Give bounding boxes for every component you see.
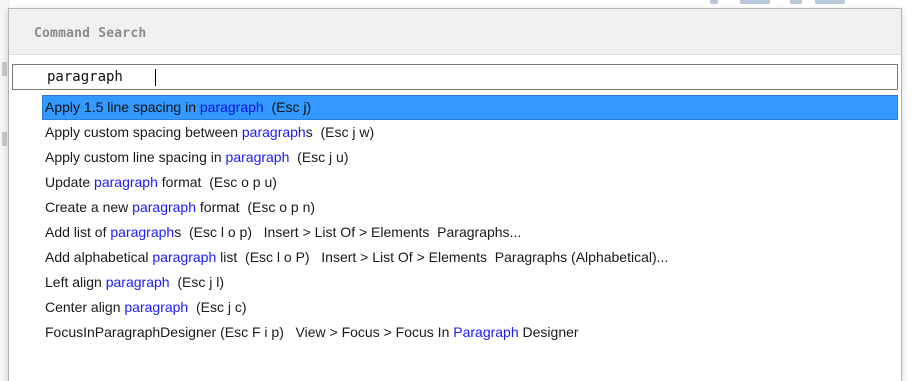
result-item[interactable]: Left align paragraph (Esc j l) — [42, 270, 898, 295]
result-item[interactable]: Apply custom line spacing in paragraph (… — [42, 145, 898, 170]
command-search-dialog: Command Search Apply 1.5 line spacing in… — [8, 8, 902, 381]
result-match: paragraph — [94, 174, 158, 190]
result-text: (Esc j c) — [188, 299, 247, 315]
result-item[interactable]: Apply custom spacing between paragraphs … — [42, 120, 898, 145]
result-text: Add alphabetical — [45, 249, 153, 265]
result-match: paragraph — [225, 149, 290, 165]
result-item[interactable]: Create a new paragraph format (Esc o p n… — [42, 195, 898, 220]
result-text: Left align — [45, 274, 106, 290]
search-input[interactable] — [13, 65, 897, 89]
dialog-title: Command Search — [34, 26, 147, 41]
result-text: Add list of — [45, 224, 111, 240]
result-text: (Esc j u) — [289, 149, 349, 165]
result-item[interactable]: Add list of paragraphs (Esc l o p) Inser… — [42, 220, 898, 245]
result-text: Designer — [518, 324, 579, 340]
result-match: paragraph — [199, 99, 264, 115]
result-item[interactable]: Update paragraph format (Esc o p u) — [42, 170, 898, 195]
search-field[interactable] — [12, 64, 898, 90]
result-match: paragraph — [132, 199, 196, 215]
result-match: paragraph — [152, 249, 217, 265]
background-toolbar-fragment — [700, 0, 900, 6]
result-text: Update — [45, 174, 95, 190]
text-caret — [155, 69, 156, 86]
result-item[interactable]: FocusInParagraphDesigner (Esc F i p) Vie… — [42, 320, 898, 345]
background-fragment — [2, 132, 7, 146]
result-text: (Esc j) — [263, 99, 312, 115]
result-text: FocusInParagraphDesigner (Esc F i p) Vie… — [45, 324, 454, 340]
result-text: format (Esc o p u) — [157, 174, 277, 190]
result-item[interactable]: Center align paragraph (Esc j c) — [42, 295, 898, 320]
result-text: (Esc j l) — [169, 274, 224, 290]
result-text: s (Esc l o p) Insert > List Of > Element… — [174, 224, 522, 240]
result-text: format (Esc o p n) — [196, 199, 316, 215]
background-fragment — [2, 62, 7, 76]
result-text: Apply custom line spacing in — [45, 149, 226, 165]
result-text: Apply 1.5 line spacing in — [45, 99, 200, 115]
screen: Command Search Apply 1.5 line spacing in… — [0, 0, 913, 381]
result-text: Create a new — [45, 199, 133, 215]
result-match: paragraph — [110, 224, 175, 240]
result-match: Paragraph — [453, 324, 519, 340]
result-item[interactable]: Add alphabetical paragraph list (Esc l o… — [42, 245, 898, 270]
dialog-header: Command Search — [9, 9, 901, 55]
result-match: paragraph — [105, 274, 170, 290]
result-text: s (Esc j w) — [305, 124, 375, 140]
result-item[interactable]: Apply 1.5 line spacing in paragraph (Esc… — [42, 95, 898, 120]
result-text: list (Esc l o P) Insert > List Of > Elem… — [216, 249, 669, 265]
result-text: Center align — [45, 299, 125, 315]
result-text: Apply custom spacing between — [45, 124, 242, 140]
result-match: paragraph — [241, 124, 306, 140]
results-list: Apply 1.5 line spacing in paragraph (Esc… — [42, 95, 898, 345]
result-match: paragraph — [124, 299, 189, 315]
